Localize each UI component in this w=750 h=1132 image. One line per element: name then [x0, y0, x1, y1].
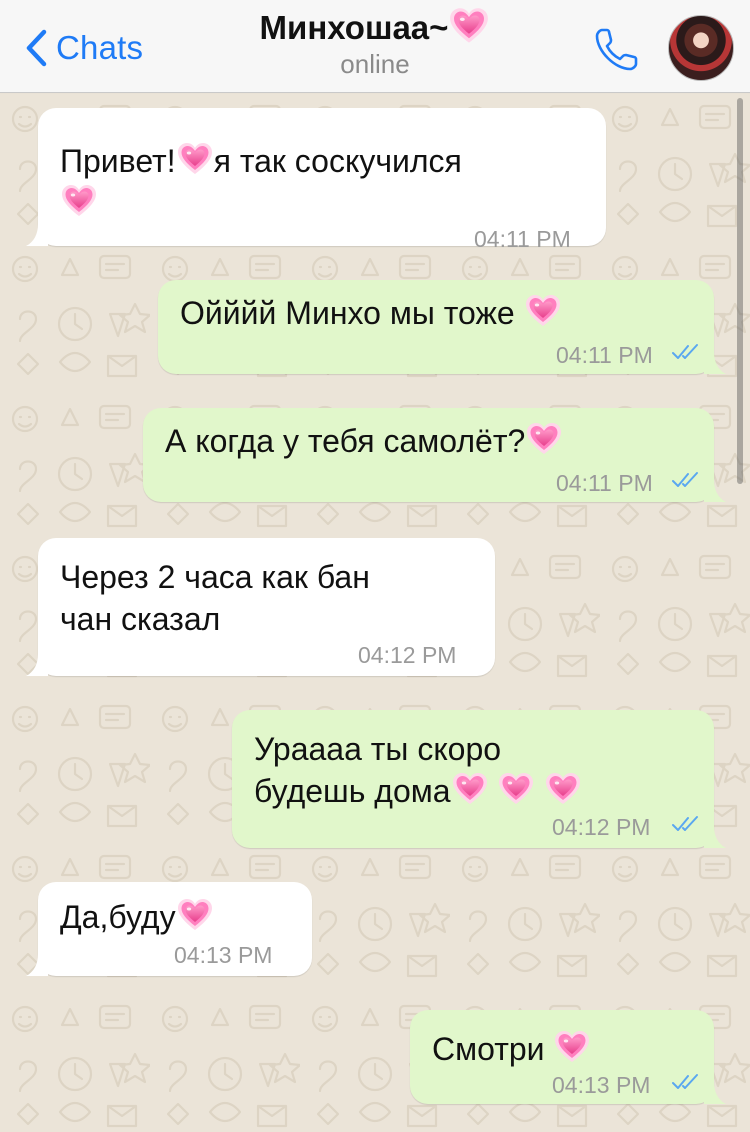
message-bubble-incoming[interactable]: Через 2 часа как бан чан сказал 04:12 PM — [26, 538, 495, 676]
back-label: Chats — [56, 29, 144, 66]
growing-heart-emoji — [177, 142, 213, 176]
message-time: 04:13 PM — [552, 1072, 651, 1098]
growing-heart-emoji — [554, 1030, 590, 1064]
message-text: Ойййй Минхо мы тоже — [180, 292, 562, 334]
contact-status: online — [340, 49, 410, 79]
growing-heart-emoji — [177, 898, 213, 932]
message-time: 04:13 PM — [174, 942, 273, 968]
chat-header: Chats Минхошаа~ online — [0, 0, 750, 93]
growing-heart-emoji — [61, 184, 97, 218]
double-check-icon — [672, 470, 702, 490]
message-text: Смотри — [432, 1028, 591, 1070]
message-text: Да,буду — [60, 896, 214, 938]
back-button[interactable]: Chats — [22, 26, 143, 70]
growing-heart-emoji — [498, 772, 534, 806]
growing-heart-emoji — [449, 7, 489, 45]
contact-name: Минхошаа~ — [190, 6, 560, 50]
phone-icon[interactable] — [592, 24, 642, 74]
message-text: Через 2 часа как бан — [60, 559, 370, 595]
scrollbar[interactable] — [737, 98, 743, 484]
chevron-left-icon — [26, 29, 47, 67]
double-check-icon — [672, 342, 702, 362]
message-bubble-outgoing[interactable]: А когда у тебя самолёт? 04:11 PM — [143, 408, 726, 502]
double-check-icon — [672, 1072, 702, 1092]
double-check-icon — [672, 814, 702, 834]
message-time: 04:11 PM — [474, 226, 571, 252]
message-time: 04:11 PM — [556, 342, 653, 368]
message-bubble-incoming[interactable]: Привет! я так соскучился 04:11 PM — [26, 108, 606, 252]
contact-info[interactable]: Минхошаа~ online — [190, 6, 560, 78]
message-bubble-incoming[interactable]: Да,буду 04:13 PM — [26, 882, 312, 976]
message-bubble-outgoing[interactable]: Ураааа ты скоро будешь дома 04:12 PM — [232, 710, 726, 848]
growing-heart-emoji — [545, 772, 581, 806]
message-list[interactable]: Привет! я так соскучился 04:11 PM Ойййй М… — [0, 94, 750, 1132]
message-text: будешь дома — [254, 770, 582, 812]
message-text: Ураааа ты скоро — [254, 731, 502, 767]
message-time: 04:11 PM — [556, 470, 653, 496]
growing-heart-emoji — [452, 772, 488, 806]
growing-heart-emoji — [525, 294, 561, 328]
message-bubble-outgoing[interactable]: Смотри 04:13 PM — [410, 1010, 726, 1104]
message-time: 04:12 PM — [358, 642, 457, 668]
message-text: чан сказал — [60, 601, 221, 637]
message-text: А когда у тебя самолёт? — [165, 420, 563, 462]
message-bubble-outgoing[interactable]: Ойййй Минхо мы тоже 04:11 PM — [158, 280, 726, 374]
message-time: 04:12 PM — [552, 814, 651, 840]
avatar[interactable] — [668, 15, 734, 81]
growing-heart-emoji — [526, 422, 562, 456]
message-text: Привет! я так соскучился — [60, 142, 462, 179]
